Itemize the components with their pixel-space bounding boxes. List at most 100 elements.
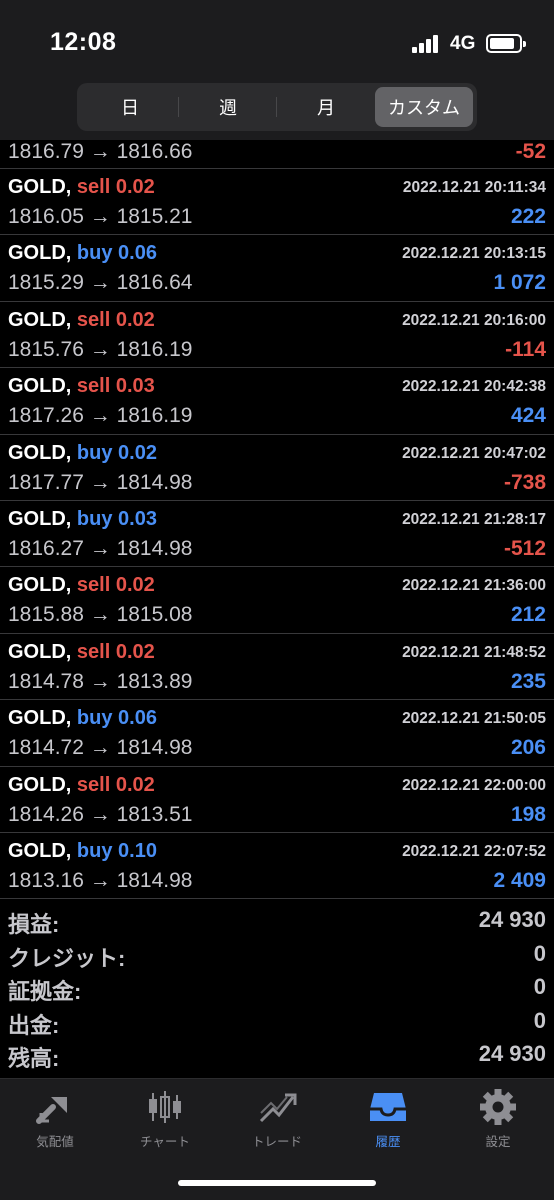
- trade-header: GOLD, buy 0.10: [8, 840, 157, 863]
- trade-profit: 2 409: [493, 868, 546, 892]
- period-tab-day[interactable]: 日: [81, 87, 179, 127]
- trade-profit: 222: [510, 205, 546, 228]
- trade-time: 2022.12.21 20:13:15: [402, 245, 546, 263]
- trade-symbol: GOLD,: [8, 574, 72, 597]
- history-icon: [370, 1093, 406, 1121]
- trade-side-volume: buy 0.06: [76, 707, 157, 730]
- trade-symbol: GOLD,: [8, 773, 72, 796]
- trade-prices: 1816.05 → 1815.21: [8, 205, 193, 228]
- trade-row[interactable]: GOLD, sell 0.02 2022.12.21 21:36:00 1815.8…: [0, 567, 554, 634]
- period-tab-custom[interactable]: カスタム: [375, 87, 473, 127]
- summary-value: 24 930: [478, 1041, 546, 1067]
- trade-row[interactable]: GOLD, buy 0.02 2022.12.21 20:47:02 1817.77…: [0, 435, 554, 501]
- trade-time: 2022.12.21 20:42:38: [402, 378, 546, 396]
- tab-chart[interactable]: チャート: [115, 1089, 215, 1151]
- trade-header: GOLD, buy 0.06: [8, 707, 157, 730]
- period-bar: 日 週 月 カスタム: [0, 80, 554, 140]
- tab-settings[interactable]: 設定: [448, 1089, 548, 1151]
- trade-row[interactable]: GOLD, buy 0.10 2022.12.21 22:07:52 1813.16…: [0, 833, 554, 900]
- summary-value: 0: [533, 940, 546, 966]
- trade-header: GOLD, sell 0.02: [8, 574, 155, 597]
- tab-history[interactable]: 履歴: [338, 1089, 438, 1151]
- trade-header: GOLD, sell 0.02: [8, 309, 155, 332]
- status-bar: 12:08 4G: [0, 0, 554, 80]
- trade-side-volume: sell 0.03: [76, 375, 155, 398]
- trade-profit: 206: [510, 736, 546, 760]
- trade-time: 2022.12.21 21:36:00: [402, 577, 546, 595]
- trade-prices: 1813.16 → 1814.98: [8, 868, 193, 892]
- chart-icon: [149, 1091, 181, 1123]
- trade-row[interactable]: GOLD, buy 0.06 2022.12.21 20:13:15 1815.29…: [0, 235, 554, 302]
- trade-row[interactable]: GOLD, buy 0.03 2022.12.21 21:28:17 1816.27…: [0, 501, 554, 568]
- trade-time: 2022.12.21 21:50:05: [402, 710, 546, 728]
- summary-row-credit: クレジット: 0: [0, 939, 554, 973]
- trade-profit: 198: [510, 802, 546, 826]
- trade-time: 2022.12.21 21:48:52: [402, 643, 546, 661]
- trade-header: GOLD, sell 0.03: [8, 375, 155, 398]
- trade-row[interactable]: GOLD, buy 0.06 2022.12.21 21:50:05 1814.72…: [0, 700, 554, 767]
- trade-row[interactable]: 1816.79 → 1816.66 -52: [0, 138, 554, 169]
- trade-side-volume: sell 0.02: [76, 640, 155, 663]
- trade-profit: 235: [510, 669, 546, 693]
- status-time: 12:08: [50, 28, 117, 56]
- trade-header: GOLD, sell 0.02: [8, 774, 155, 797]
- trade-time: 2022.12.21 22:07:52: [402, 842, 546, 860]
- trade-time: 2022.12.21 20:11:34: [402, 179, 546, 196]
- summary-row-balance: 残高: 24 930: [0, 1039, 554, 1073]
- trade-symbol: GOLD,: [8, 441, 72, 464]
- trade-symbol: GOLD,: [8, 242, 72, 265]
- trade-prices: 1815.76 → 1816.19: [8, 337, 193, 361]
- quotes-icon: [36, 1097, 67, 1124]
- trade-row[interactable]: GOLD, sell 0.02 2022.12.21 20:11:34 1816.0…: [0, 169, 554, 236]
- trade-time: 2022.12.21 20:16:00: [402, 311, 546, 329]
- period-tab-month[interactable]: 月: [277, 87, 375, 127]
- trade-profit: -52: [515, 140, 546, 163]
- trade-prices: 1814.26 → 1813.51: [8, 802, 193, 826]
- trade-symbol: GOLD,: [8, 839, 72, 862]
- tab-quotes[interactable]: 気配値: [5, 1089, 105, 1151]
- trade-profit: -114: [505, 337, 546, 361]
- trade-prices: 1816.79 → 1816.66: [8, 140, 193, 163]
- summary-row-profit: 損益: 24 930: [0, 905, 554, 939]
- trade-header: GOLD, sell 0.02: [8, 176, 155, 199]
- trade-time: 2022.12.21 20:47:02: [402, 444, 546, 462]
- summary-label: 証拠金:: [8, 979, 82, 1005]
- period-segmented-control: 日 週 月 カスタム: [77, 83, 477, 131]
- summary-value: 0: [533, 1007, 546, 1033]
- trade-prices: 1815.29 → 1816.64: [8, 271, 193, 295]
- trade-profit: -738: [503, 470, 546, 494]
- trade-symbol: GOLD,: [8, 507, 72, 530]
- battery-icon: [486, 34, 526, 53]
- trade-side-volume: buy 0.06: [76, 242, 157, 265]
- trade-row[interactable]: GOLD, sell 0.02 2022.12.21 21:48:52 1814.7…: [0, 634, 554, 701]
- summary-value: 0: [533, 974, 546, 1000]
- trade-profit: 212: [510, 603, 546, 627]
- home-indicator: [178, 1180, 376, 1186]
- trade-row[interactable]: GOLD, sell 0.03 2022.12.21 20:42:38 1817.2…: [0, 368, 554, 435]
- trade-header: GOLD, buy 0.06: [8, 242, 157, 265]
- trade-symbol: GOLD,: [8, 308, 72, 331]
- summary-row-withdrawal: 出金: 0: [0, 1006, 554, 1040]
- trade-row[interactable]: GOLD, sell 0.02 2022.12.21 22:00:00 1814.2…: [0, 767, 554, 833]
- trade-symbol: GOLD,: [8, 176, 72, 198]
- signal-icon: [412, 35, 442, 53]
- period-tab-week[interactable]: 週: [179, 87, 277, 127]
- trade-prices: 1814.72 → 1814.98: [8, 736, 193, 760]
- account-summary: 損益: 24 930 クレジット: 0 証拠金: 0 出金: 0 残高: 24 …: [0, 905, 554, 1073]
- trade-prices: 1816.27 → 1814.98: [8, 536, 193, 560]
- trade-profit: 1 072: [493, 271, 546, 295]
- trade-prices: 1815.88 → 1815.08: [8, 603, 193, 627]
- trade-profit: -512: [503, 536, 546, 560]
- trade-header: GOLD, buy 0.02: [8, 442, 157, 465]
- summary-label: 残高:: [8, 1046, 60, 1072]
- trade-time: 2022.12.21 21:28:17: [402, 510, 546, 528]
- trade-history-list: 1816.79 → 1816.66 -52 GOLD, sell 0.02 202…: [0, 138, 554, 900]
- trade-row[interactable]: GOLD, sell 0.02 2022.12.21 20:16:00 1815.7…: [0, 302, 554, 369]
- trade-time: 2022.12.21 22:00:00: [402, 776, 546, 794]
- trade-side-volume: sell 0.02: [76, 773, 155, 796]
- network-type: 4G: [450, 33, 476, 54]
- trade-side-volume: buy 0.02: [76, 441, 157, 464]
- tab-trade[interactable]: トレード: [227, 1089, 327, 1151]
- trade-prices: 1817.77 → 1814.98: [8, 470, 193, 494]
- trade-header: GOLD, sell 0.02: [8, 641, 155, 664]
